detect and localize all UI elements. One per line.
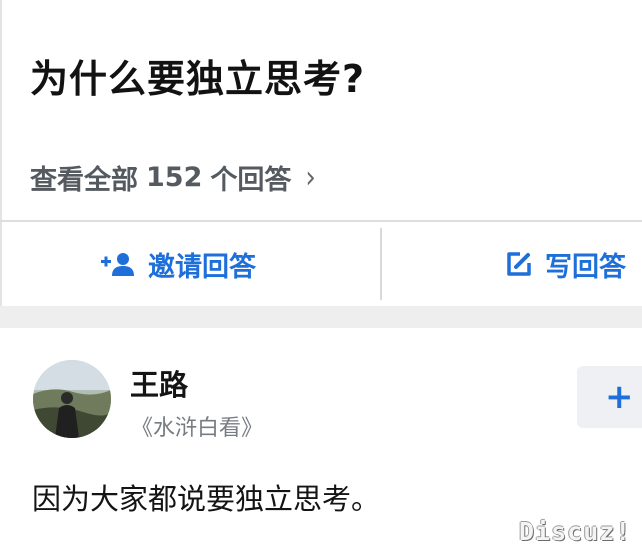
view-all-answers-link[interactable]: 查看全部 152 个回答 › xyxy=(30,158,316,197)
view-all-suffix: 个回答 xyxy=(210,165,292,196)
avatar[interactable] xyxy=(33,360,111,438)
section-gap xyxy=(0,306,642,328)
answer-count: 152 xyxy=(146,162,203,193)
author-name[interactable]: 王路 xyxy=(130,362,188,404)
action-separator xyxy=(380,228,382,300)
question-title[interactable]: 为什么要独立思考? xyxy=(30,48,365,103)
answer-text[interactable]: 因为大家都说要独立思考。 xyxy=(32,476,380,518)
invite-answer-label: 邀请回答 xyxy=(148,251,256,283)
author-subtitle: 《水浒白看》 xyxy=(131,416,264,441)
invite-answer-button[interactable]: 邀请回答 xyxy=(100,222,256,306)
watermark: Discuz! xyxy=(519,517,632,546)
write-answer-button[interactable]: 写回答 xyxy=(505,222,626,306)
edit-icon xyxy=(505,250,533,278)
plus-icon: + xyxy=(605,377,634,417)
add-person-icon xyxy=(100,251,136,277)
write-answer-label: 写回答 xyxy=(545,251,626,283)
action-bar: 邀请回答 写回答 xyxy=(0,222,642,306)
view-all-prefix: 查看全部 xyxy=(30,165,138,196)
follow-button[interactable]: + xyxy=(577,366,642,428)
chevron-right-icon: › xyxy=(305,159,316,196)
